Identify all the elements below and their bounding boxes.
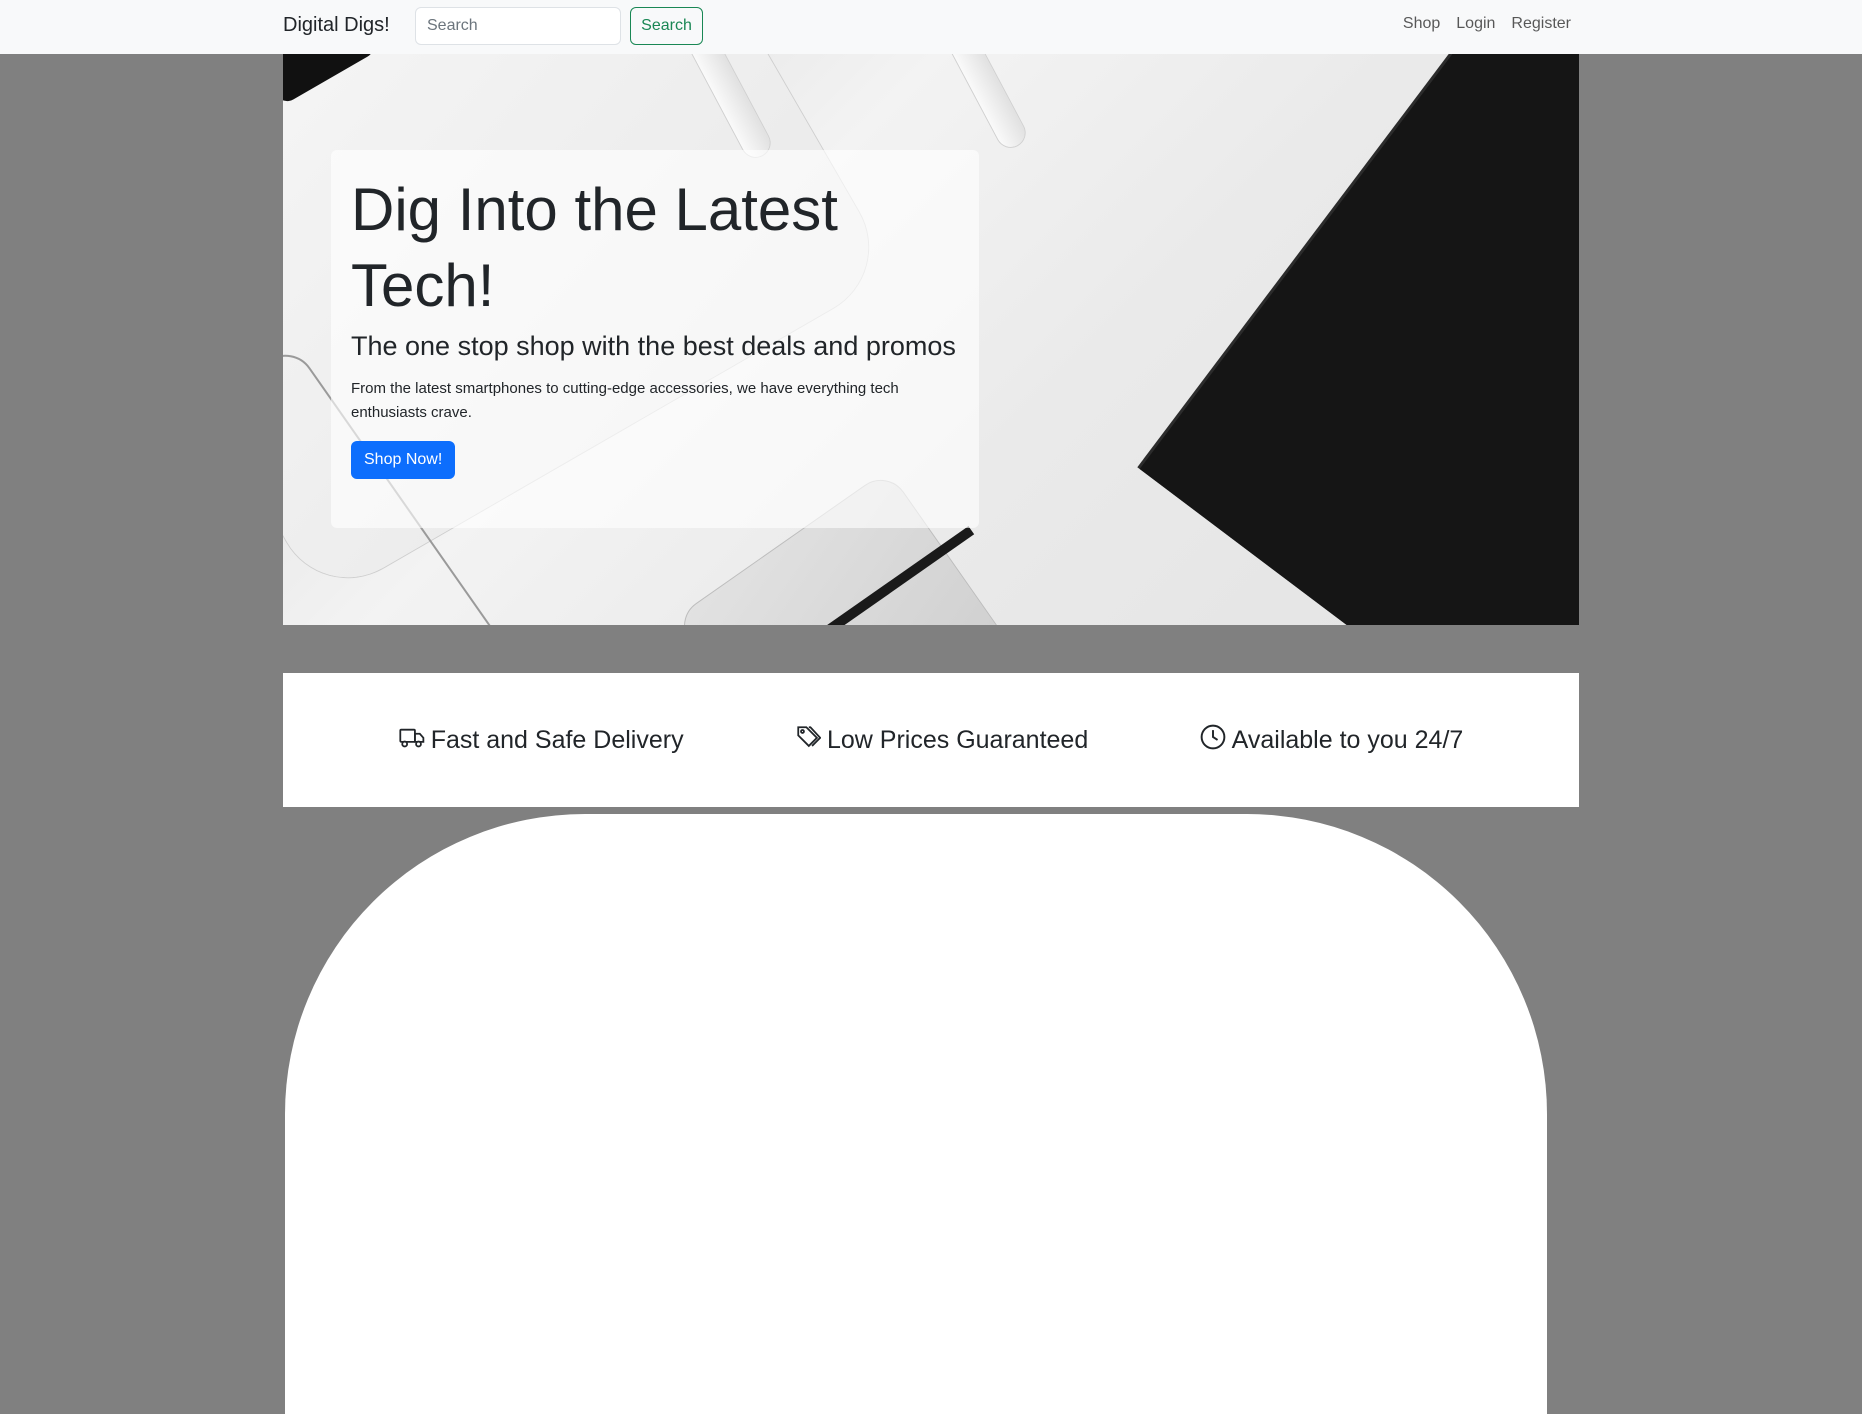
hero-pen-image bbox=[934, 54, 1030, 152]
hero-title: Dig Into the Latest Tech! bbox=[351, 176, 838, 319]
content-panel bbox=[285, 814, 1547, 1414]
brand-link[interactable]: Digital Digs! bbox=[283, 14, 390, 37]
search-button[interactable]: Search bbox=[630, 7, 703, 45]
clock-icon bbox=[1200, 724, 1226, 757]
features-bar: Fast and Safe Delivery Low Prices Guaran… bbox=[283, 673, 1579, 807]
nav-links: Shop Login Register bbox=[1387, 15, 1571, 33]
feature-delivery: Fast and Safe Delivery bbox=[399, 724, 684, 757]
shop-now-button[interactable]: Shop Now! bbox=[351, 441, 456, 479]
hero-card: Dig Into the Latest Tech! The one stop s… bbox=[331, 150, 979, 528]
tags-icon bbox=[795, 724, 822, 757]
hero-banner: Dig Into the Latest Tech! The one stop s… bbox=[283, 54, 1579, 625]
feature-label: Low Prices Guaranteed bbox=[826, 725, 1089, 754]
feature-availability: Available to you 24/7 bbox=[1200, 724, 1464, 757]
hero-description: From the latest smartphones to cutting-e… bbox=[351, 380, 899, 421]
hero-subtitle: The one stop shop with the best deals an… bbox=[351, 331, 956, 361]
hero-notebook-image bbox=[1139, 54, 1579, 625]
feature-label: Fast and Safe Delivery bbox=[430, 725, 684, 754]
feature-label: Available to you 24/7 bbox=[1231, 725, 1464, 754]
truck-icon bbox=[399, 724, 425, 757]
feature-prices: Low Prices Guaranteed bbox=[795, 724, 1088, 757]
nav-link-register[interactable]: Register bbox=[1511, 15, 1571, 33]
nav-link-login[interactable]: Login bbox=[1456, 15, 1495, 33]
search-input[interactable] bbox=[415, 7, 621, 45]
navbar: Digital Digs! Search Shop Login Register bbox=[0, 0, 1862, 54]
nav-link-shop[interactable]: Shop bbox=[1403, 15, 1440, 33]
